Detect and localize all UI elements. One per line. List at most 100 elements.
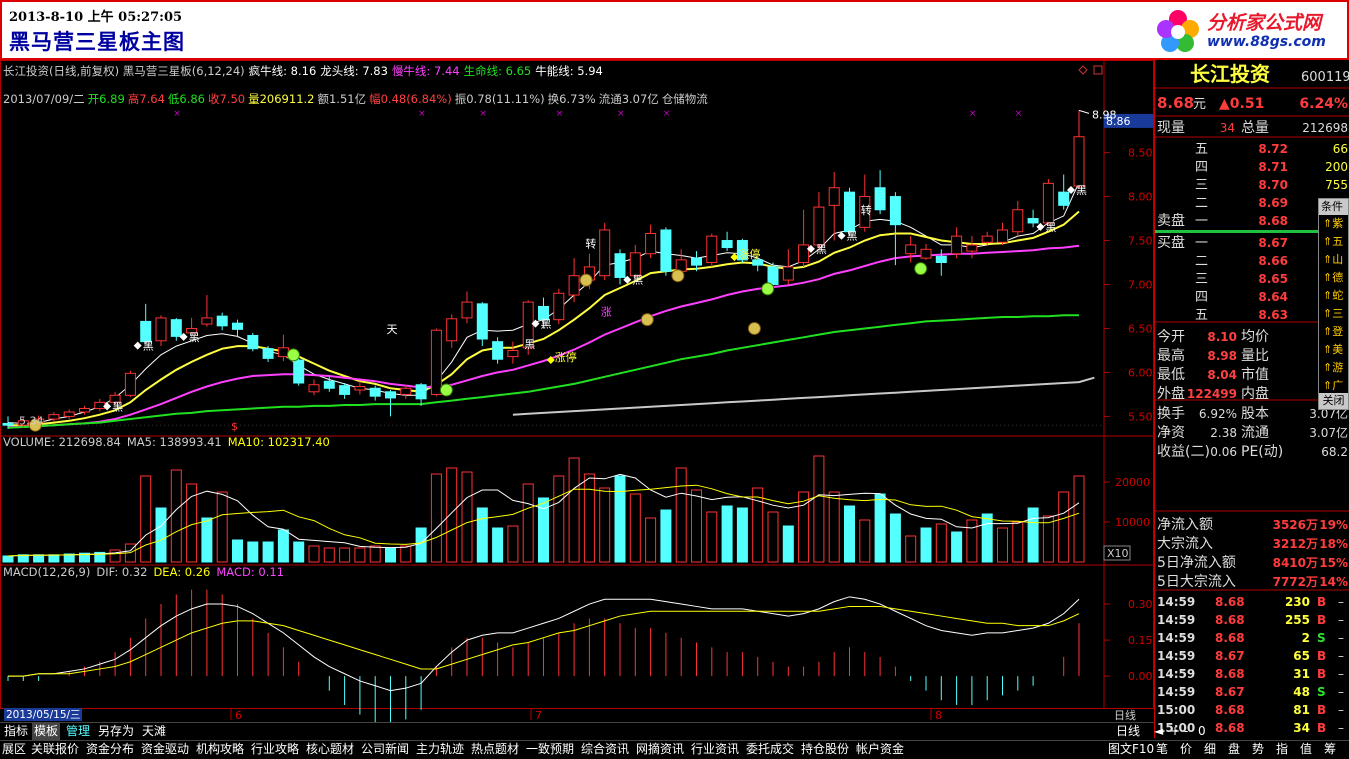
ask-price: 8.71 bbox=[1258, 160, 1288, 174]
toolbar2-item[interactable]: 值 bbox=[1298, 741, 1314, 758]
candle-body bbox=[446, 318, 458, 342]
volume-bar bbox=[844, 505, 855, 563]
toolbar1-item[interactable]: 天滩 bbox=[140, 723, 168, 740]
tick-time: 14:59 bbox=[1157, 613, 1195, 627]
toolbar2-item[interactable]: 公司新闻 bbox=[359, 741, 411, 758]
volume-bar bbox=[293, 541, 305, 563]
toolbar2-item[interactable]: 行业资讯 bbox=[689, 741, 741, 758]
kline-chart-area[interactable]: 长江投资(日线,前复权) 黑马营三星板(6,12,24) 疯牛线: 8.16 龙头线… bbox=[0, 60, 1154, 738]
toolbar2-item[interactable]: 筹 bbox=[1322, 741, 1338, 758]
signal-label: 黑 bbox=[541, 318, 552, 331]
sidebar-item[interactable]: ⇑登 bbox=[1319, 323, 1348, 341]
toolbar2-item[interactable]: 关联报价 bbox=[29, 741, 81, 758]
stat-label: 外盘 bbox=[1157, 385, 1185, 402]
candle-body bbox=[339, 385, 351, 395]
toolbar1-item[interactable]: 日线 bbox=[1114, 723, 1142, 740]
sidebar-item[interactable]: ⇑美 bbox=[1319, 341, 1348, 359]
indicator-line-2: 慢牛线: 7.44 bbox=[392, 64, 460, 78]
stat-label: 最高 bbox=[1157, 347, 1185, 364]
toolbar1-item[interactable]: + bbox=[1168, 723, 1182, 740]
candle-body bbox=[1042, 182, 1054, 224]
money-bag-icon bbox=[640, 313, 654, 327]
price-unit: 元 bbox=[1193, 97, 1206, 112]
sidebar-item[interactable]: ⇑山 bbox=[1319, 251, 1348, 269]
candle-body bbox=[430, 329, 442, 395]
ask-price: 8.69 bbox=[1258, 196, 1288, 210]
sidebar-item[interactable]: ⇑紫 bbox=[1319, 215, 1348, 233]
toolbar2-item[interactable]: 势 bbox=[1250, 741, 1266, 758]
candle-body bbox=[461, 301, 473, 319]
tick-dash: – bbox=[1338, 649, 1344, 663]
toolbar2-item[interactable]: 资金分布 bbox=[84, 741, 136, 758]
tick-side: B bbox=[1317, 595, 1326, 609]
toolbar1-item[interactable]: ◄ bbox=[1152, 723, 1165, 740]
stat2-value: 3.07亿 bbox=[1309, 425, 1348, 440]
volume-tick-label: 20000 bbox=[1115, 476, 1150, 489]
toolbar2-item[interactable]: 指 bbox=[1274, 741, 1290, 758]
toolbar2-item[interactable]: 笔 bbox=[1154, 741, 1170, 758]
toolbar2-item[interactable]: 核心题材 bbox=[304, 741, 356, 758]
toolbar2-item[interactable]: 网摘资讯 bbox=[634, 741, 686, 758]
indicator-line-1: 龙头线: 7.83 bbox=[320, 64, 388, 78]
logo-text: 分析家公式网 bbox=[1207, 12, 1322, 34]
volume-bar bbox=[951, 531, 963, 563]
signal-label: 黑 bbox=[1076, 184, 1087, 197]
toolbar2-item[interactable]: 细 bbox=[1202, 741, 1218, 758]
toolbar2-item[interactable]: 主力轨迹 bbox=[414, 741, 466, 758]
apple-icon bbox=[914, 262, 928, 276]
sidebar-header: 条件 bbox=[1319, 199, 1348, 215]
sidebar-close-button[interactable]: 关闭 bbox=[1319, 393, 1348, 409]
toolbar2-item[interactable]: 持仓股份 bbox=[799, 741, 851, 758]
volume-bar bbox=[369, 545, 381, 563]
toolbar2-item[interactable]: 委托成交 bbox=[744, 741, 796, 758]
toolbar1-item[interactable]: 指标 bbox=[2, 723, 30, 740]
toolbar2-item[interactable]: 帐户资金 bbox=[854, 741, 906, 758]
volume-bar bbox=[905, 535, 917, 563]
toolbar2-item[interactable]: 价 bbox=[1178, 741, 1194, 758]
stat2-label: 收益(二) bbox=[1157, 444, 1210, 460]
volume-bar bbox=[736, 507, 748, 563]
toolbar2-item[interactable]: 资金驱动 bbox=[139, 741, 191, 758]
sidebar-item[interactable]: ⇑蛇 bbox=[1319, 287, 1348, 305]
sidebar-item[interactable]: ⇑游 bbox=[1319, 359, 1348, 377]
flow-pct: 18% bbox=[1319, 537, 1348, 551]
stat-label: 均价 bbox=[1241, 329, 1269, 345]
toolbar1-item[interactable]: 管理 bbox=[64, 723, 92, 740]
candle-body bbox=[614, 253, 626, 278]
toolbar2-item[interactable]: 盘 bbox=[1226, 741, 1242, 758]
sidebar-item[interactable]: ⇑德 bbox=[1319, 269, 1348, 287]
flow-label: 5日大宗流入 bbox=[1157, 574, 1236, 590]
apple-icon bbox=[286, 348, 300, 362]
toolbar2-item[interactable]: 展区 bbox=[0, 741, 28, 758]
ohlc-info-line: 2013/07/09/二 开6.89 高7.64 低6.86 收7.50 量206911.… bbox=[3, 92, 708, 106]
now-vol-label: 现量 bbox=[1157, 120, 1185, 136]
toolbar2-item[interactable]: 行业攻略 bbox=[249, 741, 301, 758]
sidebar-item[interactable]: ⇑五 bbox=[1319, 233, 1348, 251]
toolbar2-item[interactable]: 热点题材 bbox=[469, 741, 521, 758]
toolbar2-item[interactable]: 一致预期 bbox=[524, 741, 576, 758]
signal-x-mark: × bbox=[969, 109, 977, 119]
condition-sidebar[interactable]: 条件 ⇑紫⇑五⇑山⇑德⇑蛇⇑三⇑登⇑美⇑游⇑广⇑莱 关闭 bbox=[1318, 198, 1349, 410]
chart-canvas[interactable]: 长江投资(日线,前复权) 黑马营三星板(6,12,24) 疯牛线: 8.16 龙头线… bbox=[0, 60, 1154, 738]
toolbar1-item[interactable]: 模板 bbox=[32, 723, 61, 740]
toolbar2-item[interactable]: 机构攻略 bbox=[194, 741, 246, 758]
toolbar1-item[interactable]: 0 bbox=[1196, 723, 1208, 740]
site-logo[interactable]: 分析家公式网 www.88gs.com bbox=[1149, 4, 1344, 58]
flow-value: 8410万 bbox=[1273, 556, 1318, 570]
signal-x-mark: × bbox=[479, 109, 487, 119]
high-leader-line bbox=[1078, 109, 1090, 114]
toolbar1-item[interactable]: - bbox=[1182, 723, 1190, 740]
sidebar-item[interactable]: ⇑三 bbox=[1319, 305, 1348, 323]
tick-volume: 230 bbox=[1285, 595, 1310, 609]
candle-body bbox=[997, 229, 1008, 243]
toolbar2-item[interactable]: 图文F10 bbox=[1106, 741, 1156, 758]
volume-bar bbox=[354, 547, 366, 563]
bottom-toolbar: 展区 关联报价 资金分布 资金驱动 机构攻略 行业攻略 核心题材 公司新闻 主力轨迹 热点题材 一致… bbox=[0, 740, 1349, 759]
toolbar2-item[interactable]: 综合资讯 bbox=[579, 741, 631, 758]
total-vol-value: 212698 bbox=[1302, 121, 1348, 135]
toolbar1-item[interactable]: 另存为 bbox=[96, 723, 136, 740]
ask-level: 四 bbox=[1195, 160, 1208, 175]
tick-side: B bbox=[1317, 667, 1326, 681]
tick-time: 14:59 bbox=[1157, 631, 1195, 645]
top-banner: 2013-8-10 上午 05:27:05 黑马营三星板主图 分析家公式网 ww… bbox=[0, 0, 1349, 60]
